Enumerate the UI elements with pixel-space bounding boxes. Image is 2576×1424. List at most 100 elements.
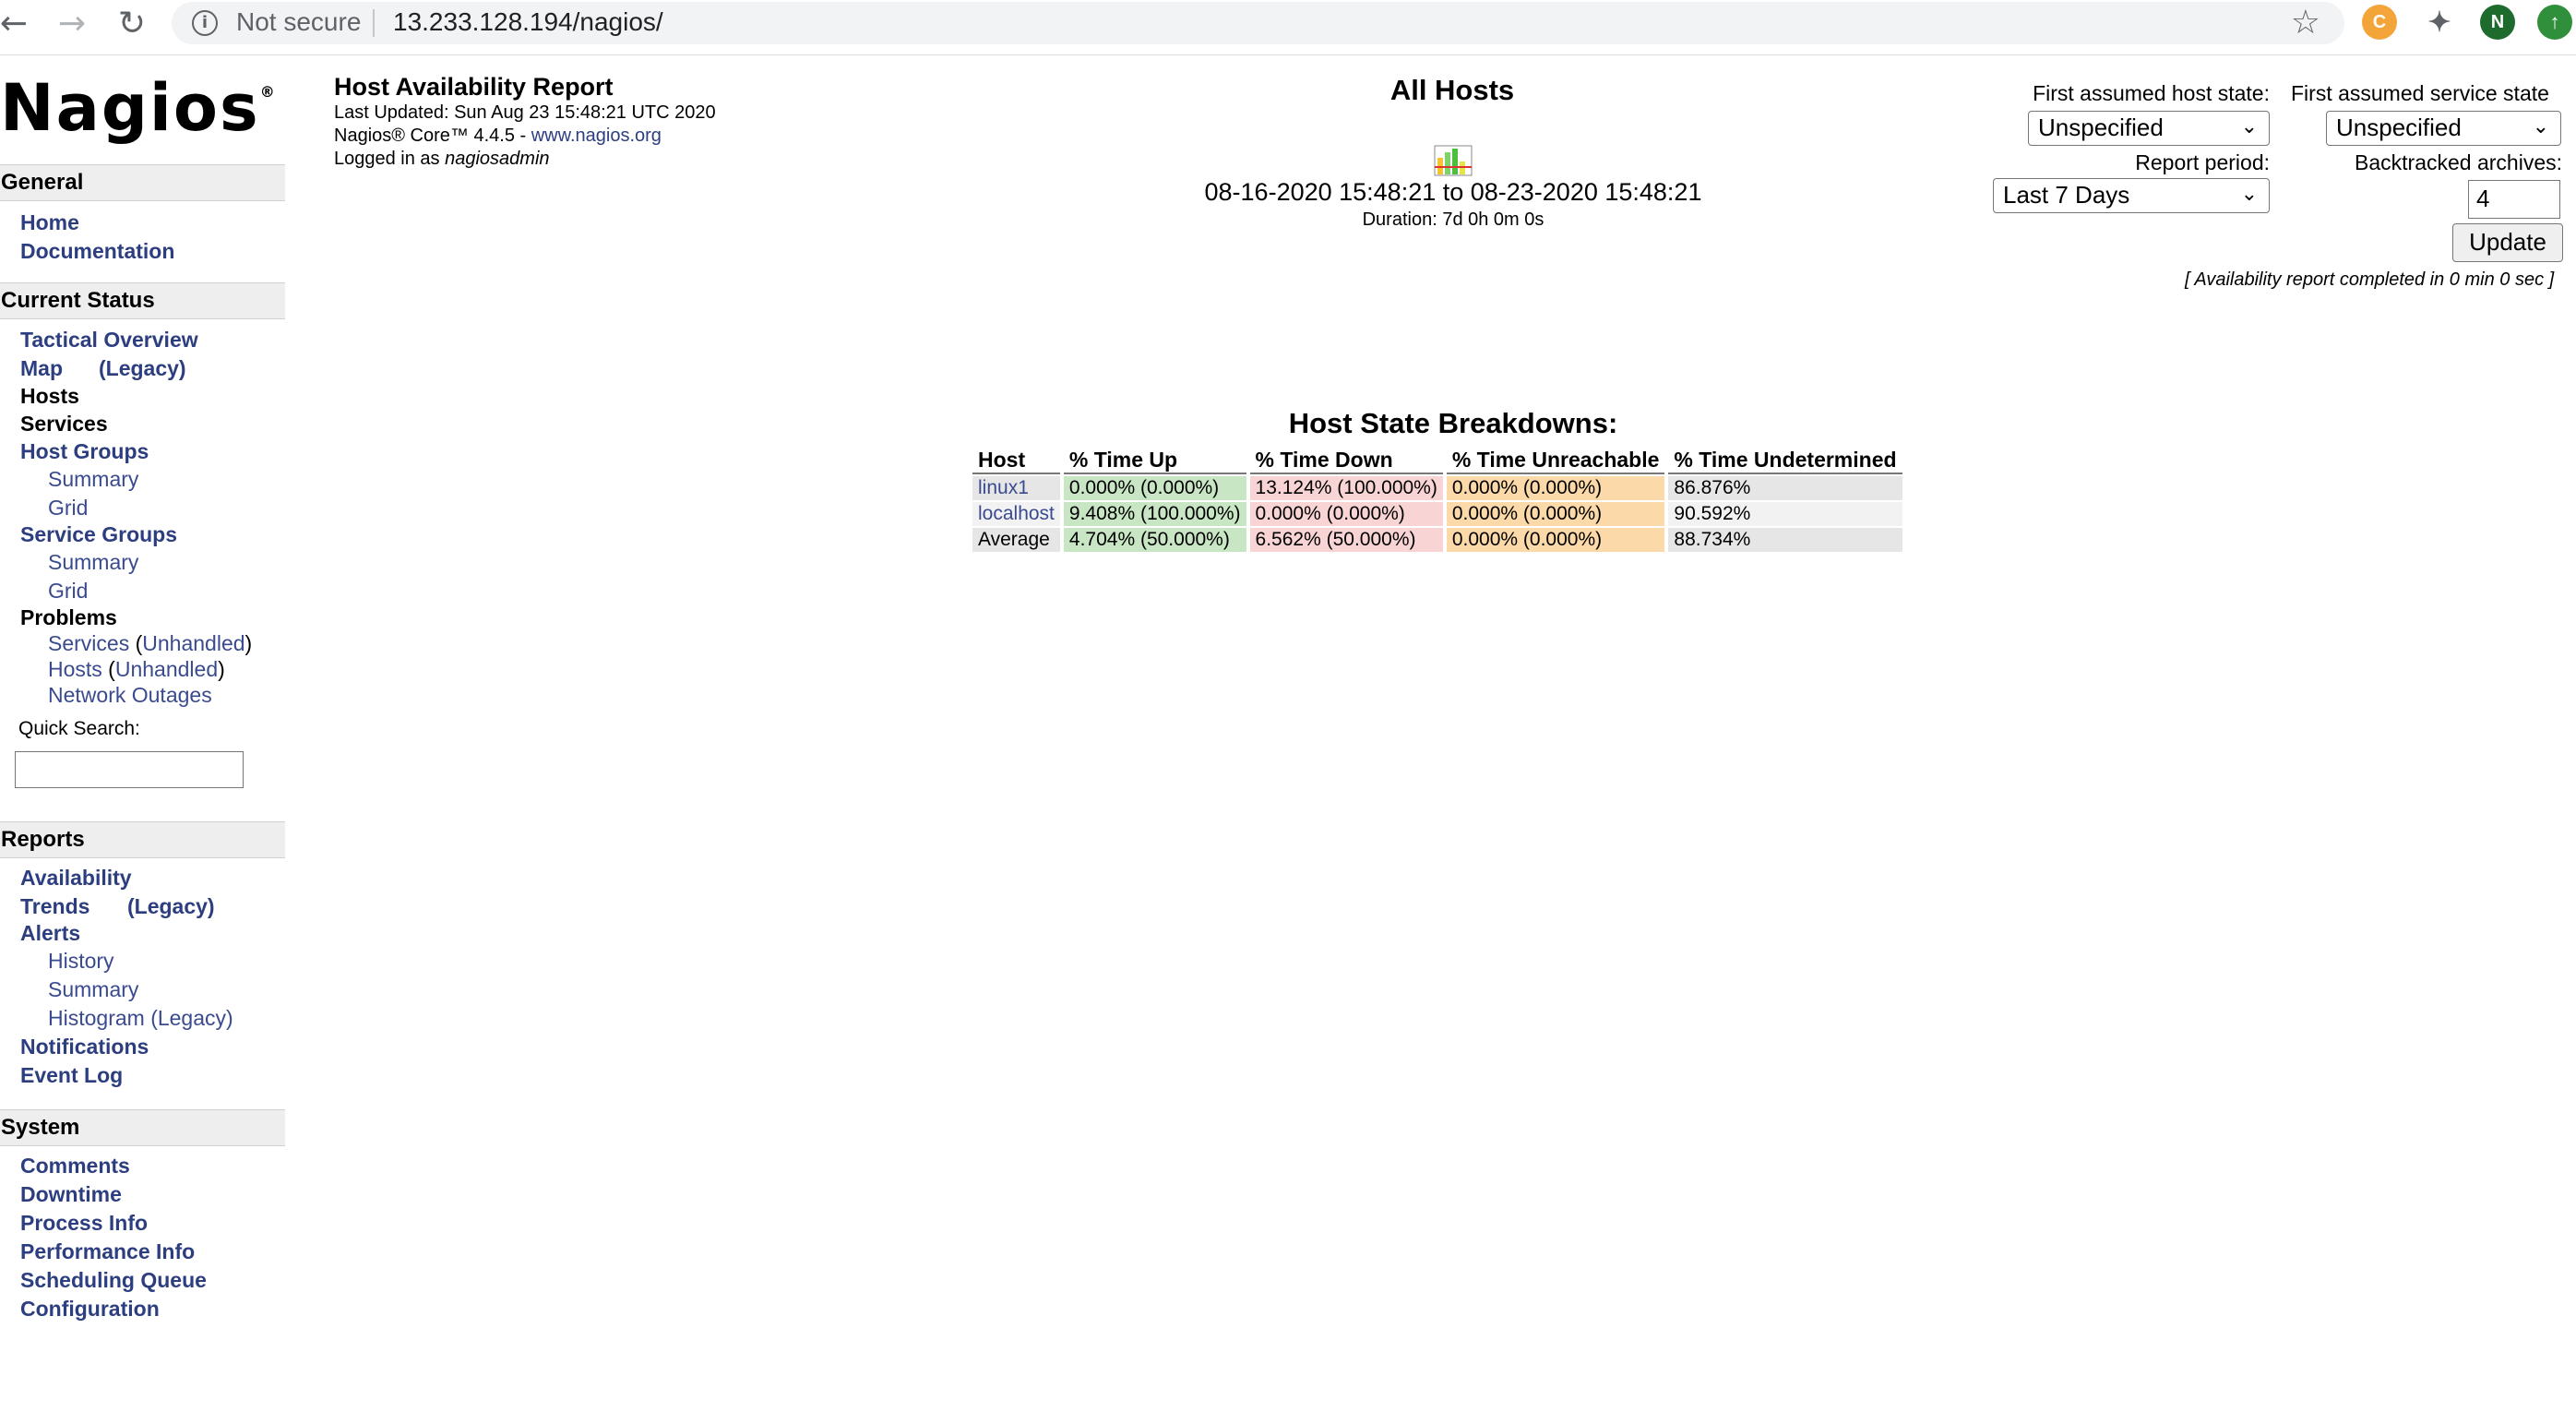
- quick-search-input[interactable]: [15, 751, 244, 788]
- nav-host-groups-summary[interactable]: Summary: [48, 467, 138, 492]
- report-period-value: Last 7 Days: [2003, 181, 2130, 209]
- cell-time-undetermined: 90.592%: [1668, 502, 1902, 526]
- chevron-down-icon: ⌄: [2532, 115, 2549, 138]
- col-time-unreachable: % Time Unreachable: [1446, 447, 1665, 474]
- nav-alerts-summary[interactable]: Summary: [48, 977, 138, 1002]
- nav-performance-info[interactable]: Performance Info: [20, 1239, 195, 1264]
- nav-problems-hosts[interactable]: Hosts: [48, 657, 102, 681]
- extensions-puzzle-icon[interactable]: ✦: [2422, 5, 2457, 40]
- forward-icon[interactable]: →: [51, 2, 93, 44]
- backtracked-label: Backtracked archives:: [2355, 150, 2562, 174]
- nav-event-log[interactable]: Event Log: [20, 1063, 123, 1088]
- nav-service-groups-summary[interactable]: Summary: [48, 550, 138, 575]
- profile-avatar[interactable]: N: [2480, 5, 2515, 40]
- nav-services-unhandled[interactable]: Unhandled: [142, 631, 244, 655]
- cell-time-unreachable: 0.000% (0.000%): [1446, 476, 1665, 500]
- nav-problems-services-row: Services (Unhandled): [48, 631, 253, 655]
- cell-time-down: 6.562% (50.000%): [1249, 528, 1443, 552]
- logo-text: Nagios: [0, 70, 260, 146]
- nav-trends[interactable]: Trends: [20, 894, 89, 919]
- host-state-value: Unspecified: [2038, 114, 2164, 141]
- col-host: Host: [972, 447, 1060, 474]
- center-title: All Hosts: [1389, 74, 1515, 106]
- profile-initial: N: [2490, 11, 2505, 32]
- trends-chart-icon[interactable]: [1434, 145, 1473, 176]
- nav-problems[interactable]: Problems: [20, 605, 117, 630]
- nav-notifications[interactable]: Notifications: [20, 1035, 149, 1059]
- nagios-logo[interactable]: Nagios®: [0, 70, 277, 146]
- nav-process-info[interactable]: Process Info: [20, 1211, 148, 1236]
- nav-configuration[interactable]: Configuration: [20, 1297, 160, 1322]
- nav-comments[interactable]: Comments: [20, 1154, 130, 1179]
- security-label[interactable]: Not secure: [236, 7, 361, 37]
- host-state-select[interactable]: Unspecified ⌄: [2028, 111, 2270, 146]
- nav-service-groups-grid[interactable]: Grid: [48, 579, 88, 604]
- last-updated: Last Updated: Sun Aug 23 15:48:21 UTC 20…: [334, 102, 716, 123]
- nagios-site-link[interactable]: www.nagios.org: [531, 126, 662, 146]
- nav-alerts-histogram[interactable]: Histogram (Legacy): [48, 1006, 233, 1031]
- report-duration: Duration: 7d 0h 0m 0s: [1362, 209, 1544, 230]
- nav-host-groups[interactable]: Host Groups: [20, 439, 149, 464]
- service-state-value: Unspecified: [2336, 114, 2462, 141]
- nav-hosts[interactable]: Hosts: [20, 384, 79, 409]
- section-reports: Reports: [0, 821, 285, 858]
- host-link-localhost[interactable]: localhost: [972, 502, 1060, 526]
- table-row: Average 4.704% (50.000%) 6.562% (50.000%…: [972, 528, 1902, 552]
- section-general: General: [0, 164, 285, 201]
- nav-network-outages[interactable]: Network Outages: [48, 683, 212, 708]
- nav-host-groups-grid[interactable]: Grid: [48, 496, 88, 521]
- cell-time-undetermined: 88.734%: [1668, 528, 1902, 552]
- nav-availability[interactable]: Availability: [20, 866, 132, 891]
- nav-problems-services[interactable]: Services: [48, 631, 129, 655]
- browser-toolbar: ← → ↻ i Not secure 13.233.128.194/nagios…: [0, 0, 2576, 55]
- nav-service-groups[interactable]: Service Groups: [20, 522, 177, 547]
- nav-alerts-history[interactable]: History: [48, 949, 114, 974]
- breakdown-title: Host State Breakdowns:: [1288, 407, 1618, 439]
- report-period-range: 08-16-2020 15:48:21 to 08-23-2020 15:48:…: [1204, 178, 1702, 206]
- nav-map[interactable]: Map: [20, 356, 63, 381]
- cell-time-down: 0.000% (0.000%): [1249, 502, 1443, 526]
- cell-time-unreachable: 0.000% (0.000%): [1446, 528, 1665, 552]
- back-icon[interactable]: ←: [0, 2, 35, 44]
- address-bar[interactable]: i Not secure 13.233.128.194/nagios/ ☆: [172, 2, 2344, 44]
- nav-services[interactable]: Services: [20, 412, 108, 437]
- host-link-linux1[interactable]: linux1: [972, 476, 1060, 500]
- nav-trends-legacy[interactable]: (Legacy): [127, 894, 215, 919]
- host-state-label: First assumed host state:: [2033, 81, 2270, 105]
- bookmark-star-icon[interactable]: ☆: [2291, 4, 2320, 42]
- report-title: Host Availability Report: [334, 73, 614, 101]
- cell-time-unreachable: 0.000% (0.000%): [1446, 502, 1665, 526]
- cell-time-up: 0.000% (0.000%): [1063, 476, 1246, 500]
- nav-hosts-unhandled[interactable]: Unhandled: [115, 657, 218, 681]
- nav-documentation[interactable]: Documentation: [20, 239, 174, 264]
- report-period-select[interactable]: Last 7 Days ⌄: [1993, 178, 2270, 213]
- logged-in-prefix: Logged in as: [334, 149, 446, 169]
- update-arrow-icon[interactable]: ↑: [2537, 5, 2572, 40]
- col-time-up: % Time Up: [1063, 447, 1246, 474]
- reload-icon[interactable]: ↻: [111, 2, 153, 44]
- update-button[interactable]: Update: [2452, 223, 2563, 262]
- report-completed-note: [ Availability report completed in 0 min…: [2185, 269, 2555, 290]
- report-period-label: Report period:: [2135, 150, 2270, 174]
- extension-c-icon[interactable]: C: [2362, 5, 2397, 40]
- core-version-line: Nagios® Core™ 4.4.5 - www.nagios.org: [334, 126, 662, 147]
- cell-time-up: 9.408% (100.000%): [1063, 502, 1246, 526]
- logged-in-user: nagiosadmin: [445, 149, 550, 169]
- service-state-select[interactable]: Unspecified ⌄: [2326, 111, 2561, 146]
- nav-problems-hosts-row: Hosts (Unhandled): [48, 657, 225, 681]
- nav-map-legacy[interactable]: (Legacy): [99, 356, 186, 381]
- info-icon[interactable]: i: [192, 10, 218, 36]
- nav-scheduling-queue[interactable]: Scheduling Queue: [20, 1268, 207, 1293]
- url-text[interactable]: 13.233.128.194/nagios/: [393, 7, 663, 37]
- col-time-down: % Time Down: [1249, 447, 1443, 474]
- host-state-breakdown-table: Host % Time Up % Time Down % Time Unreac…: [969, 445, 1906, 554]
- nav-downtime[interactable]: Downtime: [20, 1182, 122, 1207]
- nav-alerts[interactable]: Alerts: [20, 921, 80, 946]
- nav-home[interactable]: Home: [20, 210, 79, 235]
- backtracked-input[interactable]: 4: [2468, 180, 2560, 219]
- logo-mark: ®: [259, 83, 277, 101]
- nav-tactical-overview[interactable]: Tactical Overview: [20, 328, 198, 353]
- quick-search-label: Quick Search:: [18, 718, 140, 739]
- section-current-status: Current Status: [0, 282, 285, 319]
- col-time-undetermined: % Time Undetermined: [1668, 447, 1902, 474]
